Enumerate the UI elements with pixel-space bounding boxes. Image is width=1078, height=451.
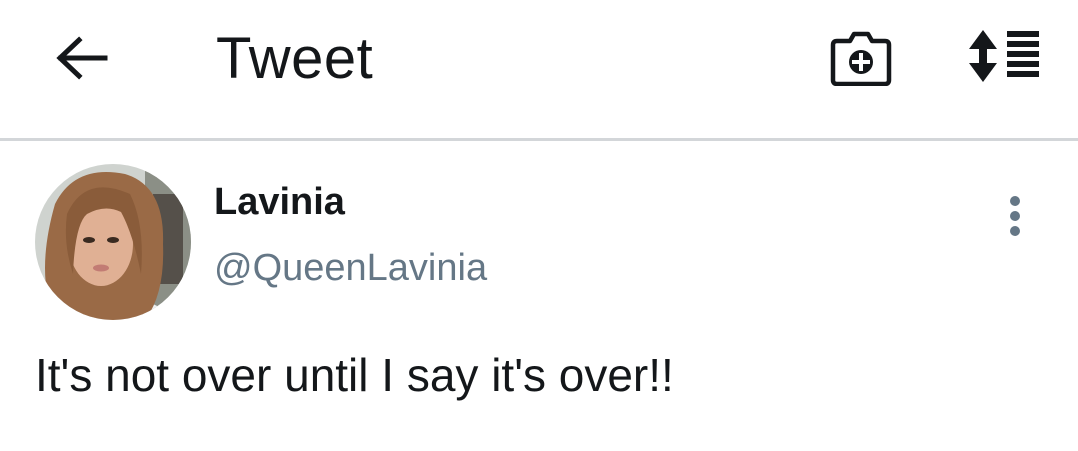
back-button[interactable] xyxy=(48,28,114,88)
tweet-text: It's not over until I say it's over!! xyxy=(35,349,674,401)
author-handle[interactable]: @QueenLavinia xyxy=(214,246,487,290)
author-name[interactable]: Lavinia xyxy=(214,180,345,224)
page-title: Tweet xyxy=(216,26,374,91)
camera-add-icon xyxy=(830,31,892,86)
more-options-button[interactable] xyxy=(992,190,1038,242)
sort-button[interactable] xyxy=(962,24,1048,88)
header-divider xyxy=(0,138,1078,141)
avatar[interactable] xyxy=(35,164,191,320)
sort-list-icon xyxy=(969,30,1039,82)
tweet-detail-screen: Tweet Lavinia @QueenLavinia It's not ove… xyxy=(0,0,1078,451)
avatar-photo xyxy=(35,164,191,320)
camera-button[interactable] xyxy=(826,26,896,90)
top-app-bar: Tweet xyxy=(0,0,1078,138)
more-vertical-icon xyxy=(1010,196,1020,236)
arrow-left-icon xyxy=(56,36,108,80)
